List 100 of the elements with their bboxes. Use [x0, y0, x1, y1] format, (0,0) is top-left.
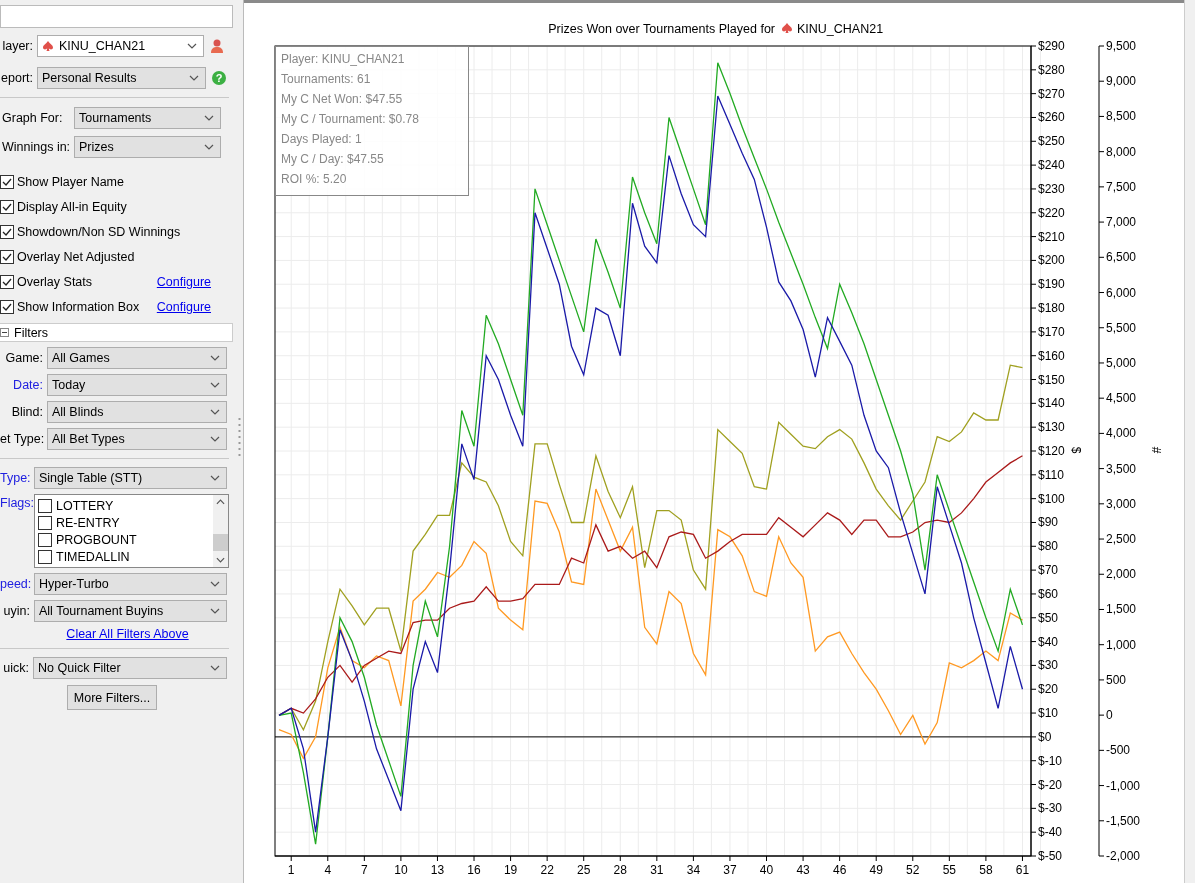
tick-label: $140: [1038, 396, 1065, 411]
tick-label: 8,000: [1106, 144, 1137, 159]
player-dropdown[interactable]: KINU_CHAN21: [37, 35, 204, 57]
tick-label: 7: [361, 863, 368, 877]
tick-label: $230: [1038, 181, 1065, 196]
scrollbar[interactable]: [213, 495, 228, 567]
tick-label: -1,500: [1106, 813, 1141, 828]
tick-label: 6,000: [1106, 285, 1137, 300]
tick-label: $-30: [1038, 801, 1063, 816]
tick-label: $200: [1038, 253, 1065, 268]
tick-label: 1,000: [1106, 637, 1137, 652]
checkbox[interactable]: [0, 274, 14, 289]
tick-label: -1,000: [1106, 778, 1141, 793]
checkbox-label: Show Information Box: [17, 299, 140, 314]
scroll-down-icon[interactable]: [216, 557, 225, 563]
tick-label: 28: [613, 863, 627, 877]
more-filters-button[interactable]: More Filters...: [67, 685, 157, 710]
checkbox-label: Show Player Name: [17, 174, 124, 189]
chart-title: Prizes Won over Tournaments Played for: [548, 22, 775, 36]
caret-icon: [210, 355, 220, 361]
tick-label: $-10: [1038, 753, 1063, 768]
splitter-grip-icon[interactable]: [237, 416, 241, 457]
dropdown[interactable]: All Blinds: [47, 401, 227, 423]
caret-icon: [210, 665, 220, 671]
tick-label: -2,000: [1106, 849, 1141, 863]
info-text: My C / Tournament: $0.78: [281, 112, 419, 126]
checkbox[interactable]: [0, 174, 14, 189]
tick-label: 52: [906, 863, 920, 877]
tick-label: $-40: [1038, 825, 1063, 840]
tick-label: 10: [394, 863, 408, 877]
caret-icon: [204, 144, 214, 150]
axis-title: #: [1149, 446, 1163, 454]
tick-label: 55: [942, 863, 956, 877]
tick-label: 49: [869, 863, 883, 877]
user-icon[interactable]: [210, 38, 224, 54]
dropdown[interactable]: All Tournament Buyins: [34, 600, 227, 622]
info-text: Player: KINU_CHAN21: [281, 52, 405, 66]
caret-icon: [189, 75, 199, 81]
tick-label: 2,000: [1106, 567, 1137, 582]
tick-label: 6,500: [1106, 250, 1137, 265]
tick-label: 34: [686, 863, 701, 877]
tick-label: $-50: [1038, 849, 1063, 863]
checkbox-label: Display All-in Equity: [17, 199, 127, 214]
filter-label: et Type:: [0, 432, 46, 446]
checkbox[interactable]: [38, 498, 52, 513]
flags-list[interactable]: LOTTERY RE-ENTRY PROGBOUNT TIMEDALLIN: [34, 494, 229, 568]
filter-label: Flags:: [0, 496, 34, 510]
dropdown[interactable]: All Bet Types: [47, 428, 227, 450]
tick-label: 9,000: [1106, 74, 1137, 89]
tick-label: 37: [723, 863, 737, 877]
checkbox[interactable]: [0, 199, 14, 214]
info-text: My C / Day: $47.55: [281, 152, 384, 166]
field-label: Winnings in:: [1, 140, 72, 154]
caret-icon: [210, 409, 220, 415]
info-text: Tournaments: 61: [281, 72, 371, 86]
checkbox[interactable]: [0, 299, 14, 314]
configure-link[interactable]: Configure: [156, 299, 211, 314]
dropdown[interactable]: Single Table (STT): [34, 467, 227, 489]
scrollbar-thumb[interactable]: [213, 533, 228, 551]
search-field[interactable]: [0, 5, 233, 28]
dropdown[interactable]: All Games: [47, 347, 227, 369]
checkbox[interactable]: [38, 515, 52, 530]
clear-filters-link[interactable]: Clear All Filters Above: [66, 627, 189, 641]
tick-label: $280: [1038, 62, 1065, 77]
tick-label: $50: [1038, 610, 1059, 625]
checkbox-label: RE-ENTRY: [56, 515, 120, 530]
tick-label: 61: [1015, 863, 1030, 877]
caret-icon: [210, 382, 220, 388]
checkbox-label: LOTTERY: [56, 498, 114, 513]
caret-icon: [210, 436, 220, 442]
configure-link[interactable]: Configure: [156, 274, 211, 289]
checkbox[interactable]: [0, 249, 14, 264]
checkbox[interactable]: [0, 224, 14, 239]
tick-label: $40: [1038, 634, 1059, 649]
checkbox[interactable]: [38, 549, 52, 564]
tick-label: 0: [1106, 708, 1113, 723]
tick-label: $-20: [1038, 777, 1063, 792]
tick-label: 1: [287, 863, 295, 877]
scroll-up-icon[interactable]: [216, 499, 225, 505]
tick-label: 31: [650, 863, 664, 877]
dropdown[interactable]: Hyper-Turbo: [34, 573, 227, 595]
tick-label: $70: [1038, 563, 1059, 578]
checkbox[interactable]: [38, 532, 52, 547]
checkbox-label: Overlay Stats: [17, 274, 93, 289]
collapse-icon[interactable]: [0, 328, 9, 337]
report-dropdown[interactable]: Personal Results: [37, 67, 206, 89]
section-title: Filters: [14, 325, 49, 340]
tick-label: $150: [1038, 372, 1065, 387]
tick-label: 4,500: [1106, 391, 1137, 406]
dropdown[interactable]: Prizes: [74, 136, 221, 158]
tick-label: $100: [1038, 491, 1065, 506]
dropdown[interactable]: Today: [47, 374, 227, 396]
dropdown[interactable]: Tournaments: [74, 107, 221, 129]
caret-icon: [210, 475, 220, 481]
tick-label: $10: [1038, 706, 1059, 721]
dropdown[interactable]: No Quick Filter: [33, 657, 227, 679]
checkbox-label: Showdown/Non SD Winnings: [17, 224, 181, 239]
tick-label: 58: [979, 863, 993, 877]
tick-label: 8,500: [1106, 109, 1137, 124]
tick-label: $240: [1038, 158, 1065, 173]
